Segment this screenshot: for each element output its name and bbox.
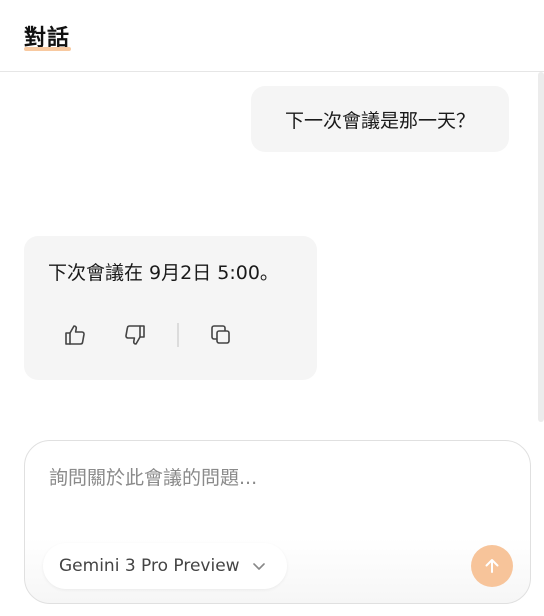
model-selector-label: Gemini 3 Pro Preview bbox=[59, 556, 240, 576]
user-message-text: 下一次會議是那一天？ bbox=[284, 109, 475, 132]
arrow-up-icon bbox=[485, 559, 499, 573]
thumbs-down-icon bbox=[125, 325, 145, 345]
title-underline bbox=[24, 47, 71, 51]
thumbs-up-button[interactable] bbox=[60, 320, 90, 350]
thumbs-up-icon bbox=[65, 325, 85, 345]
message-composer: Gemini 3 Pro Preview bbox=[24, 440, 531, 604]
model-selector[interactable]: Gemini 3 Pro Preview bbox=[43, 543, 287, 589]
action-divider bbox=[177, 323, 179, 347]
question-input[interactable] bbox=[49, 467, 489, 489]
scrollbar[interactable] bbox=[538, 72, 544, 422]
assistant-message: 下次會議在 9月2日 5:00。 bbox=[24, 236, 317, 380]
header: 對話 bbox=[0, 0, 544, 72]
copy-icon bbox=[211, 325, 230, 344]
chevron-down-icon bbox=[253, 563, 265, 570]
send-button[interactable] bbox=[471, 545, 513, 587]
assistant-message-text: 下次會議在 9月2日 5:00。 bbox=[48, 262, 279, 284]
thumbs-down-button[interactable] bbox=[120, 320, 150, 350]
user-message: 下一次會議是那一天？ bbox=[251, 86, 509, 152]
copy-button[interactable] bbox=[206, 320, 236, 350]
